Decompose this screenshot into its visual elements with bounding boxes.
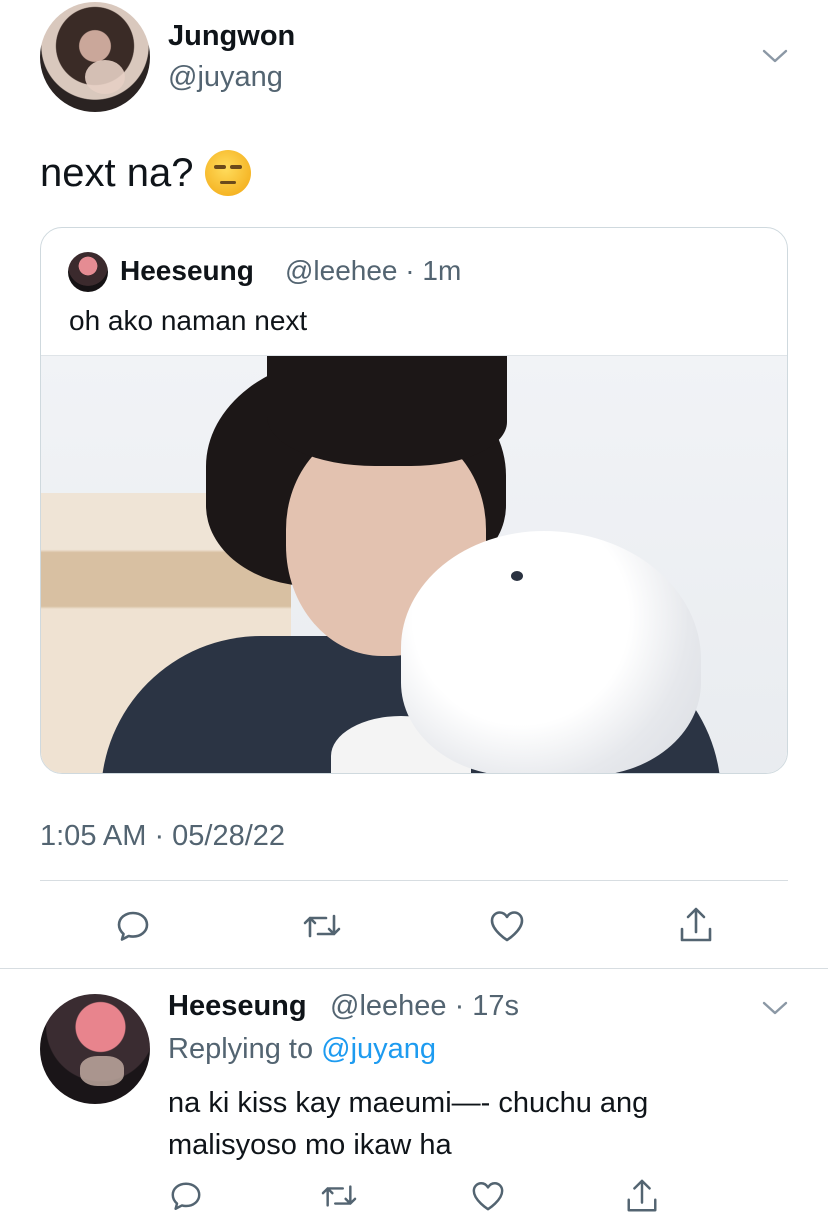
author-name[interactable]: Jungwon	[168, 20, 295, 53]
share-icon[interactable]	[676, 904, 716, 946]
quoted-tweet-text: oh ako naman next	[69, 305, 308, 336]
tweet-timestamp[interactable]: 1:05 AM · 05/28/22	[40, 820, 285, 853]
retweet-icon[interactable]	[300, 906, 344, 946]
reply-icon[interactable]	[113, 906, 153, 946]
divider	[0, 968, 828, 969]
chevron-down-icon[interactable]	[760, 998, 790, 1018]
unamused-face-emoji	[205, 150, 252, 196]
quoted-author-meta: @leehee · 1m	[285, 255, 462, 286]
like-icon[interactable]	[470, 1178, 506, 1214]
tweet-thread: Jungwon @juyang next na? Heeseung @leehe…	[0, 0, 828, 1221]
reply-author-meta: @leehee · 17s	[330, 990, 520, 1022]
quoted-author-avatar	[68, 252, 108, 292]
divider	[40, 880, 788, 881]
chevron-down-icon[interactable]	[760, 46, 790, 66]
tweet-text-content: next na?	[40, 150, 194, 195]
reply-text: na ki kiss kay maeumi—- chuchu ang malis…	[168, 1087, 649, 1161]
replying-to-mention[interactable]: @juyang	[321, 1033, 436, 1065]
author-avatar[interactable]	[40, 2, 150, 112]
author-handle[interactable]: @juyang	[168, 61, 283, 94]
retweet-icon[interactable]	[318, 1178, 360, 1214]
like-icon[interactable]	[487, 906, 527, 946]
quoted-author-name: Heeseung	[120, 255, 254, 286]
quoted-tweet-card[interactable]: Heeseung @leehee · 1m oh ako naman next	[40, 227, 788, 774]
replying-to-line: Replying to @juyang	[168, 1033, 436, 1066]
reply-author-avatar[interactable]	[40, 994, 150, 1104]
replying-to-label: Replying to	[168, 1033, 314, 1065]
reply-icon[interactable]	[168, 1178, 204, 1214]
tweet-text: next na?	[40, 150, 252, 196]
quoted-tweet-photo[interactable]	[41, 355, 787, 773]
reply-author-name[interactable]: Heeseung	[168, 990, 307, 1023]
share-icon[interactable]	[624, 1176, 660, 1216]
